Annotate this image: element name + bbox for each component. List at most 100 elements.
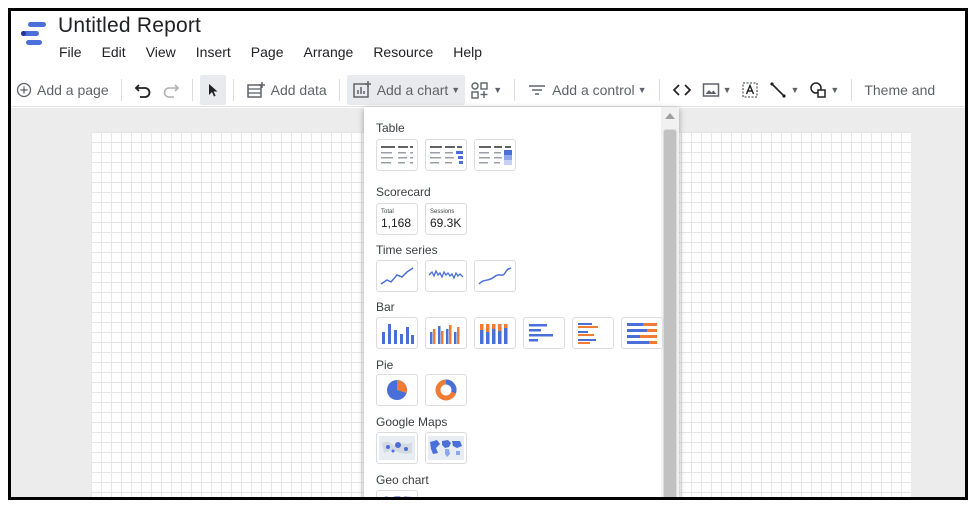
section-scorecard-title: Scorecard <box>376 185 431 199</box>
smoothed-time-series-option[interactable] <box>474 260 516 292</box>
donut-chart-option[interactable] <box>425 374 467 406</box>
image-icon <box>702 82 719 97</box>
scrollbar-thumb[interactable] <box>663 129 677 497</box>
text-box-button[interactable] <box>736 75 764 105</box>
line-icon <box>770 81 787 98</box>
add-chart-icon <box>352 80 371 98</box>
stacked-bar-option[interactable] <box>621 317 663 349</box>
data-studio-logo-icon <box>21 22 46 45</box>
community-visualizations-button[interactable]: ▼ <box>465 75 507 105</box>
table-chart-option[interactable] <box>376 139 418 171</box>
bar-chart-icon <box>529 324 553 342</box>
geo-chart-option[interactable] <box>376 490 418 497</box>
scorecard-value: 69.3K <box>430 215 462 230</box>
section-bar-title: Bar <box>376 300 395 314</box>
column-chart-option[interactable] <box>376 317 418 349</box>
table-with-bars-option[interactable] <box>425 139 467 171</box>
bubble-map-icon <box>379 436 415 460</box>
menu-scrollbar[interactable] <box>661 107 679 497</box>
table-icon <box>381 146 413 164</box>
add-data-label: Add data <box>270 81 327 98</box>
cursor-arrow-icon <box>208 83 218 96</box>
scorecard-label: Sessions <box>430 208 455 215</box>
bar-options <box>376 317 663 349</box>
shape-tool-button[interactable]: ▼ <box>804 75 844 105</box>
grouped-column-icon <box>430 325 460 344</box>
code-brackets-icon <box>672 83 691 96</box>
menu-view[interactable]: View <box>136 44 186 60</box>
report-title[interactable]: Untitled Report <box>58 14 201 38</box>
grouped-bar-icon <box>578 323 598 344</box>
toolbar-divider <box>232 78 234 101</box>
scroll-up-icon[interactable] <box>665 113 675 119</box>
toolbar-divider <box>120 78 122 101</box>
line-tool-button[interactable]: ▼ <box>764 75 804 105</box>
menu-edit[interactable]: Edit <box>92 44 136 60</box>
menu-resource[interactable]: Resource <box>363 44 443 60</box>
scorecard-compact-option[interactable]: Sessions 69.3K <box>425 203 467 235</box>
select-tool-button[interactable] <box>199 74 226 105</box>
grouped-column-option[interactable] <box>425 317 467 349</box>
stacked-column-option[interactable] <box>474 317 516 349</box>
section-google-maps-title: Google Maps <box>376 415 448 429</box>
embed-url-button[interactable] <box>667 75 697 105</box>
chevron-down-icon: ▼ <box>451 84 461 95</box>
bar-chart-option[interactable] <box>523 317 565 349</box>
chevron-down-icon: ▼ <box>790 84 800 95</box>
menu-arrange[interactable]: Arrange <box>294 44 364 60</box>
filter-icon <box>529 84 546 95</box>
table-options <box>376 139 516 171</box>
redo-icon <box>163 83 179 98</box>
add-chart-menu: Table Scorecard Total 1,168 Sessions 69.… <box>364 107 679 497</box>
add-data-button[interactable]: Add data <box>241 75 332 105</box>
scorecard-option[interactable]: Total 1,168 <box>376 203 418 235</box>
scorecard-options: Total 1,168 Sessions 69.3K <box>376 203 467 235</box>
redo-button[interactable] <box>157 75 185 105</box>
chevron-down-icon: ▼ <box>637 84 647 95</box>
add-page-label: Add a page <box>37 81 109 98</box>
section-geo-chart-title: Geo chart <box>376 473 429 487</box>
chevron-down-icon: ▼ <box>493 84 503 95</box>
add-chart-button[interactable]: Add a chart ▼ <box>346 74 466 105</box>
undo-icon <box>134 83 151 98</box>
theme-and-layout-button[interactable]: Theme and <box>859 75 940 105</box>
toolbar-divider <box>191 78 193 101</box>
menu-file[interactable]: File <box>49 44 92 60</box>
google-maps-options <box>376 432 467 464</box>
bubble-map-option[interactable] <box>376 432 418 464</box>
shapes-icon <box>810 81 827 98</box>
line-chart-icon <box>380 267 414 285</box>
add-page-button[interactable]: Add a page <box>11 75 114 105</box>
menu-bar: File Edit View Insert Page Arrange Resou… <box>49 44 492 60</box>
pie-options <box>376 374 467 406</box>
pie-chart-option[interactable] <box>376 374 418 406</box>
donut-chart-icon <box>435 379 457 401</box>
add-control-label: Add a control <box>552 81 635 98</box>
chevron-down-icon: ▼ <box>722 84 732 95</box>
toolbar-divider <box>851 78 853 101</box>
add-control-button[interactable]: Add a control ▼ <box>522 75 651 105</box>
table-heatmap-option[interactable] <box>474 139 516 171</box>
sparkline-option[interactable] <box>425 260 467 292</box>
insert-image-button[interactable]: ▼ <box>697 75 737 105</box>
theme-label: Theme and <box>864 81 936 98</box>
undo-button[interactable] <box>129 75 157 105</box>
menu-help[interactable]: Help <box>443 44 492 60</box>
stacked-bar-icon <box>627 323 657 344</box>
grouped-bar-option[interactable] <box>572 317 614 349</box>
filled-map-icon <box>428 436 464 460</box>
add-circle-icon <box>16 82 32 97</box>
menu-page[interactable]: Page <box>241 44 294 60</box>
scorecard-value: 1,168 <box>381 215 412 230</box>
column-chart-icon <box>382 324 414 344</box>
stacked-column-icon <box>480 324 508 344</box>
app-header: Untitled Report File Edit View Insert Pa… <box>11 11 965 71</box>
add-data-icon <box>246 81 265 98</box>
filled-map-option[interactable] <box>425 432 467 464</box>
time-series-option[interactable] <box>376 260 418 292</box>
geo-chart-options <box>376 490 418 497</box>
section-table-title: Table <box>376 121 405 135</box>
app-window: Untitled Report File Edit View Insert Pa… <box>8 8 968 500</box>
pie-chart-icon <box>387 380 407 400</box>
menu-insert[interactable]: Insert <box>186 44 241 60</box>
